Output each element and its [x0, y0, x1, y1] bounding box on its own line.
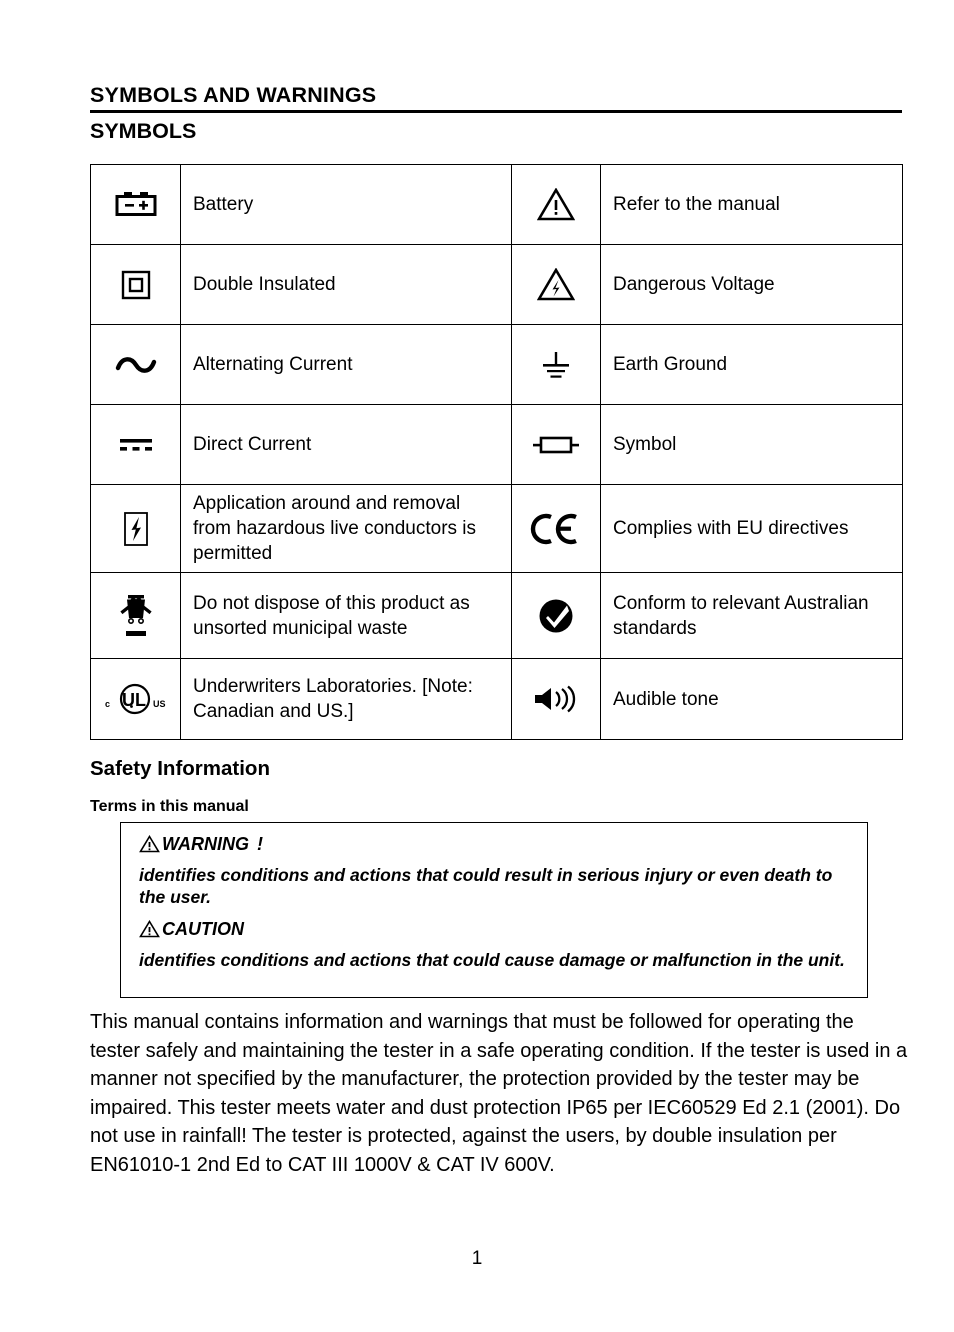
safety-body-paragraph: This manual contains information and war…	[90, 1011, 908, 1176]
caution-label: CAUTION	[162, 919, 244, 939]
caution-description: identifies conditions and actions that c…	[139, 950, 845, 970]
symbol-label: Do not dispose of this product as unsort…	[180, 572, 512, 659]
subheading-terms: Terms in this manual	[90, 798, 249, 815]
section-heading-symbols: SYMBOLS	[90, 119, 197, 143]
table-row: c UL US Underwriters Laboratories. [Note…	[90, 658, 903, 740]
symbol-label: Dangerous Voltage	[600, 244, 903, 325]
table-row: Alternating Current Earth Ground	[90, 324, 903, 405]
symbol-label: Alternating Current	[180, 324, 512, 405]
table-row: Battery Refer to the manual	[90, 164, 903, 245]
symbol-label: Underwriters Laboratories. [Note: Canadi…	[180, 658, 512, 740]
symbol-label: Refer to the manual	[600, 164, 903, 245]
page-title: SYMBOLS AND WARNINGS	[90, 83, 377, 107]
battery-icon	[90, 164, 181, 245]
ul-listed-icon: c UL US	[90, 658, 181, 740]
dangerous-voltage-icon	[511, 244, 601, 325]
svg-text:c: c	[105, 699, 110, 709]
live-conductors-icon	[90, 484, 181, 573]
double-insulated-icon	[90, 244, 181, 325]
warning-triangle-icon	[139, 835, 160, 853]
document-page: SYMBOLS AND WARNINGS SYMBOLS Battery Ref…	[0, 0, 954, 1332]
ce-mark-icon	[511, 484, 601, 573]
table-row: Double Insulated Dangerous Voltage	[90, 244, 903, 325]
symbol-label: Application around and removal from haza…	[180, 484, 512, 573]
section-heading-safety: Safety Information	[90, 757, 270, 780]
warning-triangle-icon	[511, 164, 601, 245]
audible-tone-icon	[511, 658, 601, 740]
alternating-current-icon	[90, 324, 181, 405]
table-row: Direct Current Symbol	[90, 404, 903, 485]
symbol-label: Battery	[180, 164, 512, 245]
symbol-label: Direct Current	[180, 404, 512, 485]
earth-ground-icon	[511, 324, 601, 405]
fuse-icon	[511, 404, 601, 485]
title-divider	[90, 110, 902, 113]
caution-triangle-icon	[139, 920, 160, 938]
symbols-table: Battery Refer to the manual Double Insul…	[90, 164, 903, 740]
symbol-label: Symbol	[600, 404, 903, 485]
symbol-label: Earth Ground	[600, 324, 903, 405]
table-row: Application around and removal from haza…	[90, 484, 903, 573]
page-number: 1	[471, 1248, 483, 1269]
symbol-label: Complies with EU directives	[600, 484, 903, 573]
warning-exclamation: !	[257, 834, 263, 854]
symbol-label: Audible tone	[600, 658, 903, 740]
weee-bin-icon	[90, 572, 181, 659]
svg-text:US: US	[153, 699, 166, 709]
warning-label: WARNING	[162, 834, 249, 854]
table-row: Do not dispose of this product as unsort…	[90, 572, 903, 659]
direct-current-icon	[90, 404, 181, 485]
caution-heading: CAUTION	[139, 918, 853, 940]
symbol-label: Double Insulated	[180, 244, 512, 325]
svg-text:UL: UL	[122, 690, 146, 710]
symbol-label: Conform to relevant Australian standards	[600, 572, 903, 659]
warning-description: identifies conditions and actions that c…	[139, 865, 833, 907]
terms-warning-box: WARNING ! identifies conditions and acti…	[120, 822, 868, 998]
c-tick-icon	[511, 572, 601, 659]
warning-heading: WARNING !	[139, 833, 853, 855]
